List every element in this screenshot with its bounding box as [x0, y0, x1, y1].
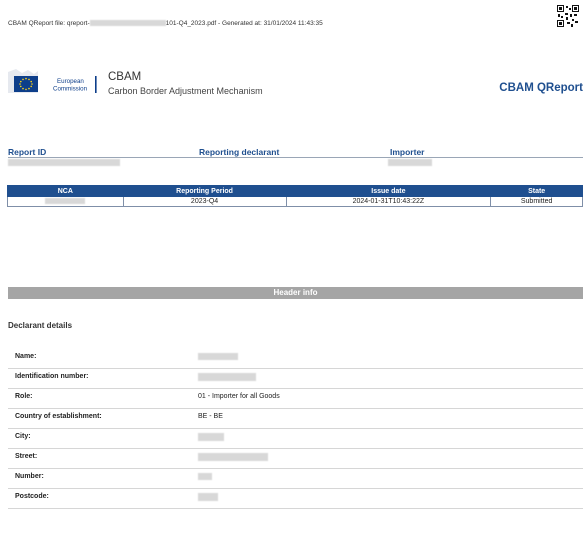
issue-date-cell: 2024-01-31T10:43:22Z — [285, 196, 492, 207]
file-suffix: 101-Q4_2023.pdf - Generated at: 31/01/20… — [165, 20, 323, 27]
summary-data-row: 2023-Q4 2024-01-31T10:43:22Z Submitted — [7, 196, 583, 207]
city-label: City: — [15, 433, 31, 440]
ec-line2: Commission — [53, 86, 88, 93]
declarant-details-title: Declarant details — [8, 321, 73, 330]
ec-line1: European — [57, 78, 84, 85]
declarant-row-role: Role: 01 - Importer for all Goods — [8, 388, 583, 409]
country-label: Country of establishment: — [15, 413, 102, 420]
report-id-label: Report ID — [8, 147, 47, 157]
redacted-number — [198, 473, 212, 480]
street-value — [198, 453, 268, 461]
qr-code-icon — [557, 5, 579, 27]
meta-divider — [8, 157, 583, 158]
report-file-line: CBAM QReport file: qreport- 101-Q4_2023.p… — [8, 20, 323, 27]
identification-value — [198, 373, 256, 381]
cbam-subtitle: Carbon Border Adjustment Mechanism — [108, 86, 263, 96]
summary-table: NCA Reporting Period Issue date State 20… — [7, 185, 583, 207]
number-label: Number: — [15, 473, 44, 480]
issue-date-header: Issue date — [285, 185, 492, 197]
nca-header: NCA — [7, 185, 124, 197]
number-value — [198, 473, 212, 480]
redacted-city — [198, 433, 224, 441]
street-label: Street: — [15, 453, 38, 460]
reporting-declarant-label: Reporting declarant — [199, 147, 280, 157]
importer-label: Importer — [390, 147, 425, 157]
declarant-row-postcode: Postcode: — [8, 488, 583, 509]
declarant-row-city: City: — [8, 428, 583, 449]
redacted-postcode — [198, 493, 218, 501]
header-info-section-bar: Header info — [8, 287, 583, 299]
name-label: Name: — [15, 353, 37, 360]
postcode-label: Postcode: — [15, 493, 49, 500]
european-commission-logo: European Commission — [8, 69, 97, 93]
qreport-title: CBAM QReport — [499, 82, 583, 94]
redacted-report-id — [8, 159, 120, 166]
reporting-period-cell: 2023-Q4 — [122, 196, 287, 207]
redacted-importer — [388, 159, 432, 166]
declarant-row-country: Country of establishment: BE - BE — [8, 408, 583, 429]
redacted-nca — [45, 198, 86, 205]
role-value: 01 - Importer for all Goods — [198, 393, 280, 400]
cbam-title: CBAM — [108, 71, 142, 83]
redacted-name — [198, 353, 238, 360]
state-cell: Submitted — [490, 196, 583, 207]
summary-header-row: NCA Reporting Period Issue date State — [7, 185, 583, 197]
declarant-row-number: Number: — [8, 468, 583, 489]
file-prefix: CBAM QReport file: qreport- — [8, 20, 90, 27]
country-value: BE - BE — [198, 413, 223, 420]
postcode-value — [198, 493, 218, 501]
declarant-row-identification: Identification number: — [8, 368, 583, 389]
reporting-period-header: Reporting Period — [122, 185, 287, 197]
city-value — [198, 433, 224, 441]
role-label: Role: — [15, 393, 33, 400]
redacted-file-id — [89, 20, 166, 27]
nca-cell — [7, 196, 124, 207]
declarant-row-name: Name: — [8, 348, 583, 369]
state-header: State — [490, 185, 583, 197]
name-value — [198, 353, 238, 360]
redacted-street — [198, 453, 268, 461]
redacted-identification — [198, 373, 256, 381]
declarant-row-street: Street: — [8, 448, 583, 469]
identification-label: Identification number: — [15, 373, 89, 380]
